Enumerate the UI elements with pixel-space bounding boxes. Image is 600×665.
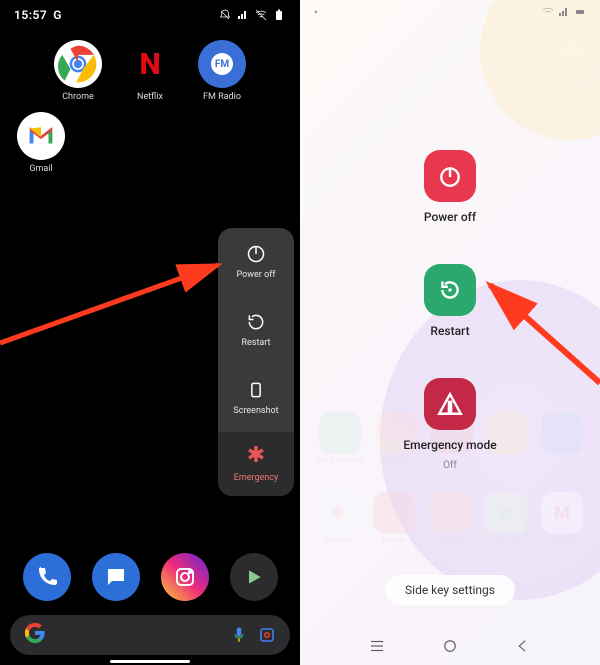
fmradio-icon: FM — [211, 53, 233, 75]
power-icon — [246, 244, 266, 264]
side-key-settings-button[interactable]: Side key settings — [385, 575, 515, 605]
battery-icon — [272, 9, 286, 21]
home-indicator[interactable] — [110, 660, 190, 663]
home-button[interactable] — [441, 637, 459, 655]
emergency-icon: ✱ — [247, 445, 265, 467]
status-bar-left: 15:57 G — [0, 0, 300, 30]
search-bar[interactable] — [10, 615, 290, 655]
arrow-annotation-left — [0, 255, 230, 349]
back-button[interactable] — [514, 637, 532, 655]
app-gmail[interactable]: Gmail — [12, 112, 70, 174]
google-g-icon — [24, 622, 46, 649]
signal-icon — [236, 9, 250, 21]
wifi-icon — [542, 6, 554, 18]
screenshot-button[interactable]: Screenshot — [218, 364, 294, 432]
mic-and-lens[interactable] — [230, 626, 276, 644]
mic-icon — [230, 626, 248, 644]
restart-button[interactable]: Restart — [218, 296, 294, 364]
netflix-icon: N — [139, 47, 160, 82]
restart-icon — [437, 277, 463, 303]
clock: 15:57 — [14, 8, 47, 22]
nav-bar — [300, 637, 600, 655]
dnd-icon — [218, 9, 232, 21]
app-fmradio[interactable]: FM FM Radio — [193, 40, 251, 102]
power-icon — [437, 163, 463, 189]
wifi-off-icon — [254, 9, 268, 21]
app-chrome[interactable]: Chrome — [49, 40, 107, 102]
restart-button[interactable]: Restart — [424, 264, 476, 338]
screenshot-icon — [246, 380, 266, 400]
power-off-button[interactable]: Power off — [218, 228, 294, 296]
restart-icon — [246, 312, 266, 332]
google-indicator: G — [53, 8, 61, 22]
dock-instagram[interactable] — [161, 553, 209, 601]
play-icon — [244, 567, 264, 587]
dock — [0, 553, 300, 605]
samsung-phone: WA Business Instagram ✱Camera Phone Cloc… — [300, 0, 600, 665]
messages-icon — [104, 565, 128, 589]
home-apps-row-2: Gmail — [0, 102, 300, 174]
emergency-mode-button[interactable]: Emergency mode Off — [403, 378, 496, 471]
power-off-button[interactable]: Power off — [424, 150, 476, 224]
home-apps-row-1: Chrome N Netflix FM FM Radio — [0, 30, 300, 102]
emergency-button[interactable]: ✱ Emergency — [218, 432, 294, 496]
samsung-power-menu: Power off Restart Emergency mode Off — [403, 150, 496, 471]
signal-icon — [558, 6, 570, 18]
status-icons — [218, 9, 286, 21]
instagram-icon — [173, 565, 197, 589]
chrome-icon — [58, 44, 98, 84]
app-netflix[interactable]: N Netflix — [121, 40, 179, 102]
gmail-icon — [26, 121, 56, 151]
dock-messages[interactable] — [92, 553, 140, 601]
emergency-icon — [437, 391, 463, 417]
stock-android-phone: 15:57 G Chrome N Netflix FM FM Rad — [0, 0, 300, 665]
lens-icon — [258, 626, 276, 644]
recents-button[interactable] — [368, 637, 386, 655]
battery-icon — [574, 6, 586, 18]
dock-games[interactable] — [230, 553, 278, 601]
status-bar-right: • — [300, 6, 600, 19]
dock-phone[interactable] — [23, 553, 71, 601]
power-menu: Power off Restart Screenshot ✱ Emergency — [218, 228, 294, 496]
phone-icon — [35, 565, 59, 589]
